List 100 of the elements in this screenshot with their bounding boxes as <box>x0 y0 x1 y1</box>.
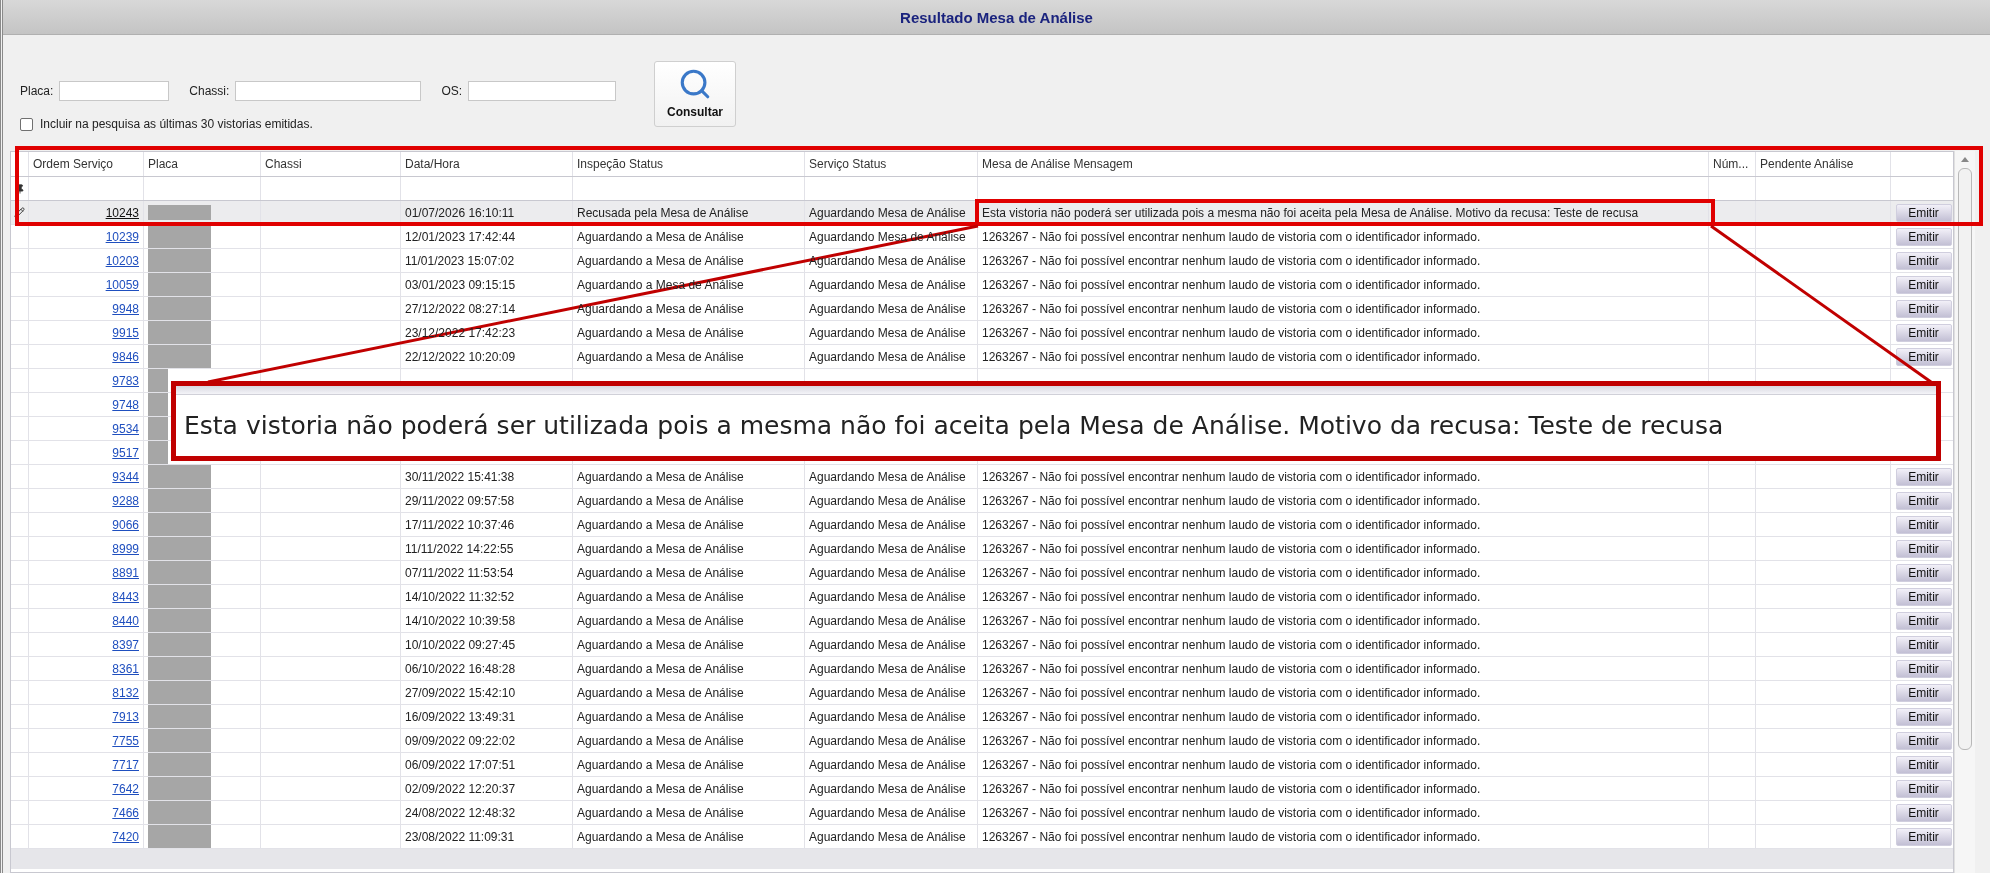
scroll-up-icon[interactable] <box>1961 157 1969 162</box>
order-link[interactable]: 8397 <box>112 637 139 652</box>
emit-button[interactable]: Emitir <box>1895 779 1952 798</box>
order-link[interactable]: 10059 <box>105 277 139 292</box>
table-row[interactable]: 7642 02/09/2022 12:20:37 Aguardando a Mesa de Análise Aguardando Mesa de Análise 1263267 - Não foi possível encontrar nenhum laudo de vistoria com o identificador informado. Emitir <box>11 777 1953 801</box>
order-link[interactable]: 10239 <box>105 229 139 244</box>
order-link[interactable]: 8891 <box>112 565 139 580</box>
table-row[interactable]: 8397 10/10/2022 09:27:45 Aguardando a Mesa de Análise Aguardando Mesa de Análise 1263267 - Não foi possível encontrar nenhum laudo de vistoria com o identificador informado. Emitir <box>11 633 1953 657</box>
emit-button[interactable]: Emitir <box>1895 227 1952 246</box>
status-cell: Aguardando Mesa de Análise <box>809 829 966 844</box>
order-link[interactable]: 7913 <box>112 709 139 724</box>
table-row[interactable]: 8132 27/09/2022 15:42:10 Aguardando a Mesa de Análise Aguardando Mesa de Análise 1263267 - Não foi possível encontrar nenhum laudo de vistoria com o identificador informado. Emitir <box>11 681 1953 705</box>
table-row[interactable]: 9846 22/12/2022 10:20:09 Aguardando a Mesa de Análise Aguardando Mesa de Análise 1263267 - Não foi possível encontrar nenhum laudo de vistoria com o identificador informado. Emitir <box>11 345 1953 369</box>
message-cell: 1263267 - Não foi possível encontrar nenhum laudo de vistoria com o identificador informado. <box>982 517 1481 532</box>
redacted-block <box>148 585 211 608</box>
emit-button[interactable]: Emitir <box>1895 659 1952 678</box>
order-link[interactable]: 9915 <box>112 325 139 340</box>
order-link[interactable]: 9344 <box>112 469 139 484</box>
redacted-block <box>148 297 211 320</box>
redacted-block <box>148 561 211 584</box>
table-row[interactable]: 8440 14/10/2022 10:39:58 Aguardando a Mesa de Análise Aguardando Mesa de Análise 1263267 - Não foi possível encontrar nenhum laudo de vistoria com o identificador informado. Emitir <box>11 609 1953 633</box>
table-row[interactable]: 7420 23/08/2022 11:09:31 Aguardando a Mesa de Análise Aguardando Mesa de Análise 1263267 - Não foi possível encontrar nenhum laudo de vistoria com o identificador informado. Emitir <box>11 825 1953 849</box>
emit-button[interactable]: Emitir <box>1895 203 1952 222</box>
emit-button[interactable]: Emitir <box>1895 587 1952 606</box>
order-link[interactable]: 9288 <box>112 493 139 508</box>
emit-button[interactable]: Emitir <box>1895 515 1952 534</box>
emit-button[interactable]: Emitir <box>1895 347 1952 366</box>
column-header[interactable]: Chassi <box>261 152 401 176</box>
column-header[interactable]: Data/Hora <box>401 152 573 176</box>
emit-button[interactable]: Emitir <box>1895 683 1952 702</box>
column-header[interactable]: Placa <box>144 152 261 176</box>
order-link[interactable]: 9846 <box>112 349 139 364</box>
emit-button[interactable]: Emitir <box>1895 299 1952 318</box>
order-link[interactable]: 7642 <box>112 781 139 796</box>
column-header[interactable]: Mesa de Análise Mensagem <box>978 152 1709 176</box>
table-row[interactable]: 7717 06/09/2022 17:07:51 Aguardando a Mesa de Análise Aguardando Mesa de Análise 1263267 - Não foi possível encontrar nenhum laudo de vistoria com o identificador informado. Emitir <box>11 753 1953 777</box>
order-link[interactable]: 8443 <box>112 589 139 604</box>
emit-button[interactable]: Emitir <box>1895 467 1952 486</box>
column-header[interactable]: Núm... <box>1709 152 1756 176</box>
emit-button[interactable]: Emitir <box>1895 731 1952 750</box>
checkbox[interactable] <box>20 117 33 131</box>
emit-button[interactable]: Emitir <box>1895 635 1952 654</box>
emit-button[interactable]: Emitir <box>1895 251 1952 270</box>
order-link[interactable]: 7717 <box>112 757 139 772</box>
order-link[interactable]: 8999 <box>112 541 139 556</box>
emit-button[interactable]: Emitir <box>1895 563 1952 582</box>
order-link[interactable]: 7466 <box>112 805 139 820</box>
input-field[interactable] <box>235 81 422 101</box>
message-cell: Esta vistoria não poderá ser utilizada pois a mesma não foi aceita pela Mesa de Análise. Motivo da recusa: Teste de recusa <box>982 205 1639 220</box>
scrollbar[interactable] <box>1954 151 1975 873</box>
emit-button[interactable]: Emitir <box>1895 539 1952 558</box>
emit-button[interactable]: Emitir <box>1895 827 1952 846</box>
order-link[interactable]: 9783 <box>112 373 139 388</box>
order-link[interactable]: 8440 <box>112 613 139 628</box>
column-header[interactable]: Pendente Análise <box>1756 152 1891 176</box>
table-row[interactable]: 9288 29/11/2022 09:57:58 Aguardando a Mesa de Análise Aguardando Mesa de Análise 1263267 - Não foi possível encontrar nenhum laudo de vistoria com o identificador informado. Emitir <box>11 489 1953 513</box>
table-row[interactable]: 9948 27/12/2022 08:27:14 Aguardando a Mesa de Análise Aguardando Mesa de Análise 1263267 - Não foi possível encontrar nenhum laudo de vistoria com o identificador informado. Emitir <box>11 297 1953 321</box>
status-cell: Aguardando a Mesa de Análise <box>577 517 744 532</box>
order-link[interactable]: 10243 <box>105 205 139 220</box>
field-label: OS: <box>441 84 463 98</box>
search-button[interactable]: Consultar <box>654 61 737 127</box>
status-cell: Aguardando Mesa de Análise <box>809 661 966 676</box>
table-row[interactable]: 7466 24/08/2022 12:48:32 Aguardando a Mesa de Análise Aguardando Mesa de Análise 1263267 - Não foi possível encontrar nenhum laudo de vistoria com o identificador informado. Emitir <box>11 801 1953 825</box>
table-row[interactable]: 9066 17/11/2022 10:37:46 Aguardando a Mesa de Análise Aguardando Mesa de Análise 1263267 - Não foi possível encontrar nenhum laudo de vistoria com o identificador informado. Emitir <box>11 513 1953 537</box>
table-row[interactable]: 8443 14/10/2022 11:32:52 Aguardando a Mesa de Análise Aguardando Mesa de Análise 1263267 - Não foi possível encontrar nenhum laudo de vistoria com o identificador informado. Emitir <box>11 585 1953 609</box>
order-link[interactable]: 8132 <box>112 685 139 700</box>
order-link[interactable]: 10203 <box>105 253 139 268</box>
emit-button[interactable]: Emitir <box>1895 803 1952 822</box>
column-header[interactable]: Ordem Serviço <box>29 152 144 176</box>
emit-button[interactable]: Emitir <box>1895 755 1952 774</box>
table-row[interactable]: 7755 09/09/2022 09:22:02 Aguardando a Mesa de Análise Aguardando Mesa de Análise 1263267 - Não foi possível encontrar nenhum laudo de vistoria com o identificador informado. Emitir <box>11 729 1953 753</box>
table-row[interactable]: 9344 30/11/2022 15:41:38 Aguardando a Mesa de Análise Aguardando Mesa de Análise 1263267 - Não foi possível encontrar nenhum laudo de vistoria com o identificador informado. Emitir <box>11 465 1953 489</box>
emit-button[interactable]: Emitir <box>1895 275 1952 294</box>
order-link[interactable]: 9066 <box>112 517 139 532</box>
order-link[interactable]: 9517 <box>112 445 139 460</box>
input-field[interactable] <box>468 81 617 101</box>
table-row[interactable]: 10203 11/01/2023 15:07:02 Aguardando a Mesa de Análise Aguardando Mesa de Análise 1263267 - Não foi possível encontrar nenhum laudo de vistoria com o identificador informado. Emitir <box>11 249 1953 273</box>
date-cell: 27/09/2022 15:42:10 <box>405 685 516 700</box>
emit-button[interactable]: Emitir <box>1895 491 1952 510</box>
order-link[interactable]: 9948 <box>112 301 139 316</box>
emit-button[interactable]: Emitir <box>1895 707 1952 726</box>
status-cell: Aguardando Mesa de Análise <box>809 469 966 484</box>
emit-button[interactable]: Emitir <box>1895 611 1952 630</box>
order-link[interactable]: 9748 <box>112 397 139 412</box>
emit-button[interactable]: Emitir <box>1895 323 1952 342</box>
table-row[interactable]: 7913 16/09/2022 13:49:31 Aguardando a Mesa de Análise Aguardando Mesa de Análise 1263267 - Não foi possível encontrar nenhum laudo de vistoria com o identificador informado. Emitir <box>11 705 1953 729</box>
message-cell: 1263267 - Não foi possível encontrar nenhum laudo de vistoria com o identificador informado. <box>982 805 1481 820</box>
column-header[interactable]: Serviço Status <box>805 152 978 176</box>
order-link[interactable]: 8361 <box>112 661 139 676</box>
input-field[interactable] <box>59 81 170 101</box>
order-link[interactable]: 7755 <box>112 733 139 748</box>
scroll-thumb[interactable] <box>1958 168 1972 750</box>
order-link[interactable]: 7420 <box>112 829 139 844</box>
status-cell: Aguardando Mesa de Análise <box>809 541 966 556</box>
order-link[interactable]: 9534 <box>112 421 139 436</box>
table-row[interactable]: 8999 11/11/2022 14:22:55 Aguardando a Mesa de Análise Aguardando Mesa de Análise 1263267 - Não foi possível encontrar nenhum laudo de vistoria com o identificador informado. Emitir <box>11 537 1953 561</box>
table-row[interactable]: 8361 06/10/2022 16:48:28 Aguardando a Mesa de Análise Aguardando Mesa de Análise 1263267 - Não foi possível encontrar nenhum laudo de vistoria com o identificador informado. Emitir <box>11 657 1953 681</box>
redacted-block <box>148 729 211 752</box>
column-header[interactable]: Inspeção Status <box>573 152 805 176</box>
table-row[interactable]: 8891 07/11/2022 11:53:54 Aguardando a Mesa de Análise Aguardando Mesa de Análise 1263267 - Não foi possível encontrar nenhum laudo de vistoria com o identificador informado. Emitir <box>11 561 1953 585</box>
